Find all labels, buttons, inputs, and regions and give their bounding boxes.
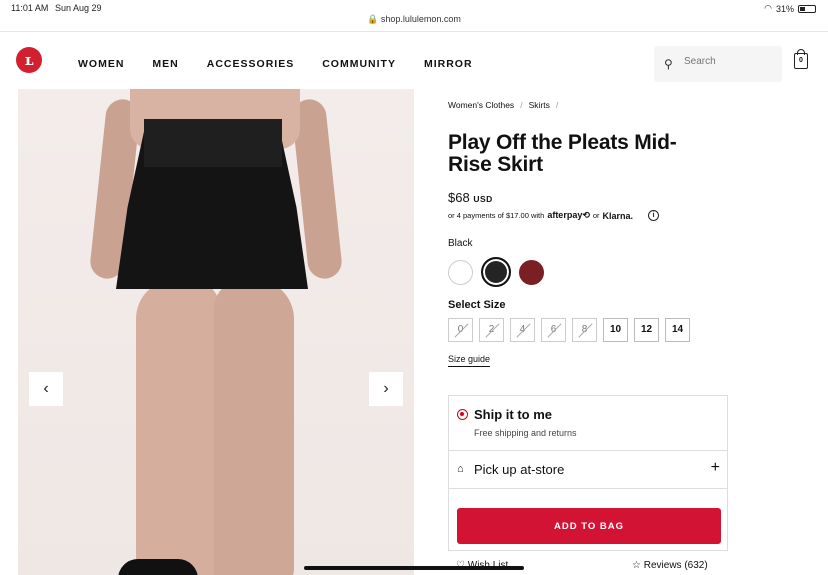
chevron-right-icon: › bbox=[383, 380, 389, 397]
next-image-button[interactable]: › bbox=[369, 372, 403, 406]
swatch-black[interactable] bbox=[481, 257, 511, 287]
nav-community[interactable]: COMMUNITY bbox=[322, 58, 396, 70]
nav-accessories[interactable]: ACCESSORIES bbox=[207, 58, 294, 70]
reviews-label: Reviews (632) bbox=[643, 560, 708, 571]
model-leg-left bbox=[136, 279, 220, 575]
swatch-burgundy[interactable] bbox=[519, 259, 544, 285]
product-price: $68 USD bbox=[448, 190, 738, 205]
skirt-waistband bbox=[144, 119, 282, 167]
model-shoe bbox=[118, 559, 198, 575]
store-icon: ⌂ bbox=[457, 463, 464, 475]
nav-men[interactable]: MEN bbox=[152, 58, 178, 70]
search-box[interactable]: ⚲ bbox=[654, 46, 782, 82]
breadcrumb-skirts[interactable]: Skirts bbox=[529, 100, 550, 110]
ship-subtitle: Free shipping and returns bbox=[474, 428, 577, 438]
status-bar: 11:01 AM Sun Aug 29 🔒 shop.lululemon.com… bbox=[0, 0, 828, 24]
size-option[interactable]: 6 bbox=[541, 318, 566, 342]
product-info: Women's Clothes / Skirts / Play Off the … bbox=[448, 100, 738, 367]
prev-image-button[interactable]: ‹ bbox=[29, 372, 63, 406]
size-option[interactable]: 0 bbox=[448, 318, 473, 342]
search-input[interactable] bbox=[684, 56, 774, 67]
clock: 11:01 AM bbox=[11, 3, 49, 13]
url-text: shop.lululemon.com bbox=[380, 14, 461, 24]
breadcrumb-womens-clothes[interactable]: Women's Clothes bbox=[448, 100, 514, 110]
installments-text: or 4 payments of $17.00 with bbox=[448, 211, 545, 220]
pickup-title: Pick up at-store bbox=[474, 462, 565, 477]
chevron-left-icon: ‹ bbox=[43, 380, 49, 397]
size-option[interactable]: 10 bbox=[603, 318, 628, 342]
status-icons: ◠ 31% bbox=[764, 3, 816, 14]
breadcrumb-separator: / bbox=[555, 100, 559, 110]
size-option[interactable]: 14 bbox=[665, 318, 690, 342]
nav-mirror[interactable]: MIRROR bbox=[424, 58, 473, 70]
swatch-white[interactable] bbox=[448, 259, 473, 285]
url-bar[interactable]: 🔒 shop.lululemon.com bbox=[0, 14, 828, 25]
model-leg-right bbox=[214, 279, 294, 575]
lululemon-logo[interactable]: ʟ bbox=[16, 47, 42, 73]
size-guide-link[interactable]: Size guide bbox=[448, 354, 491, 367]
price-value: $68 bbox=[448, 190, 470, 205]
shopping-bag-icon[interactable]: 0 bbox=[794, 49, 808, 69]
afterpay-logo: afterpay⟲ bbox=[547, 210, 590, 220]
size-options: 0 2 4 6 8 10 12 14 bbox=[448, 318, 738, 342]
size-option[interactable]: 2 bbox=[479, 318, 504, 342]
klarna-logo: Klarna. bbox=[602, 210, 634, 221]
wifi-icon: ◠ bbox=[764, 3, 772, 13]
nav-women[interactable]: WOMEN bbox=[78, 58, 124, 70]
selected-color-label: Black bbox=[448, 238, 473, 249]
price-currency: USD bbox=[473, 194, 493, 204]
product-title: Play Off the Pleats Mid-Rise Skirt bbox=[448, 131, 677, 176]
pickup-option[interactable]: ⌂ Pick up at-store + bbox=[449, 451, 727, 489]
reviews-link[interactable]: ☆ Reviews (632) bbox=[632, 560, 708, 571]
ship-title: Ship it to me bbox=[474, 407, 552, 422]
size-option[interactable]: 8 bbox=[572, 318, 597, 342]
installments-info: or 4 payments of $17.00 with afterpay⟲ o… bbox=[448, 210, 738, 221]
size-option[interactable]: 4 bbox=[510, 318, 535, 342]
search-icon: ⚲ bbox=[664, 57, 673, 71]
battery-icon bbox=[798, 4, 816, 13]
radio-selected-icon[interactable] bbox=[457, 409, 468, 420]
plus-icon[interactable]: + bbox=[711, 459, 720, 477]
top-navigation: ʟ WOMEN MEN ACCESSORIES COMMUNITY MIRROR… bbox=[0, 31, 828, 89]
product-image: ‹ › bbox=[18, 89, 414, 575]
star-icon: ☆ bbox=[632, 560, 641, 571]
ship-to-me-option[interactable]: Ship it to me Free shipping and returns bbox=[449, 396, 727, 451]
color-swatches bbox=[448, 257, 738, 287]
size-option[interactable]: 12 bbox=[634, 318, 659, 342]
nav-links: WOMEN MEN ACCESSORIES COMMUNITY MIRROR bbox=[78, 58, 473, 70]
date: Sun Aug 29 bbox=[55, 3, 102, 13]
installments-or: or bbox=[592, 211, 600, 220]
breadcrumb-separator: / bbox=[520, 100, 523, 110]
info-icon[interactable]: i bbox=[648, 210, 660, 221]
select-size-label: Select Size bbox=[448, 299, 506, 311]
fulfillment-options: Ship it to me Free shipping and returns … bbox=[448, 395, 728, 551]
breadcrumb: Women's Clothes / Skirts / bbox=[448, 100, 738, 110]
home-indicator[interactable] bbox=[304, 566, 524, 570]
battery-percent: 31% bbox=[775, 3, 794, 14]
add-to-bag-button[interactable]: ADD TO BAG bbox=[457, 508, 721, 544]
